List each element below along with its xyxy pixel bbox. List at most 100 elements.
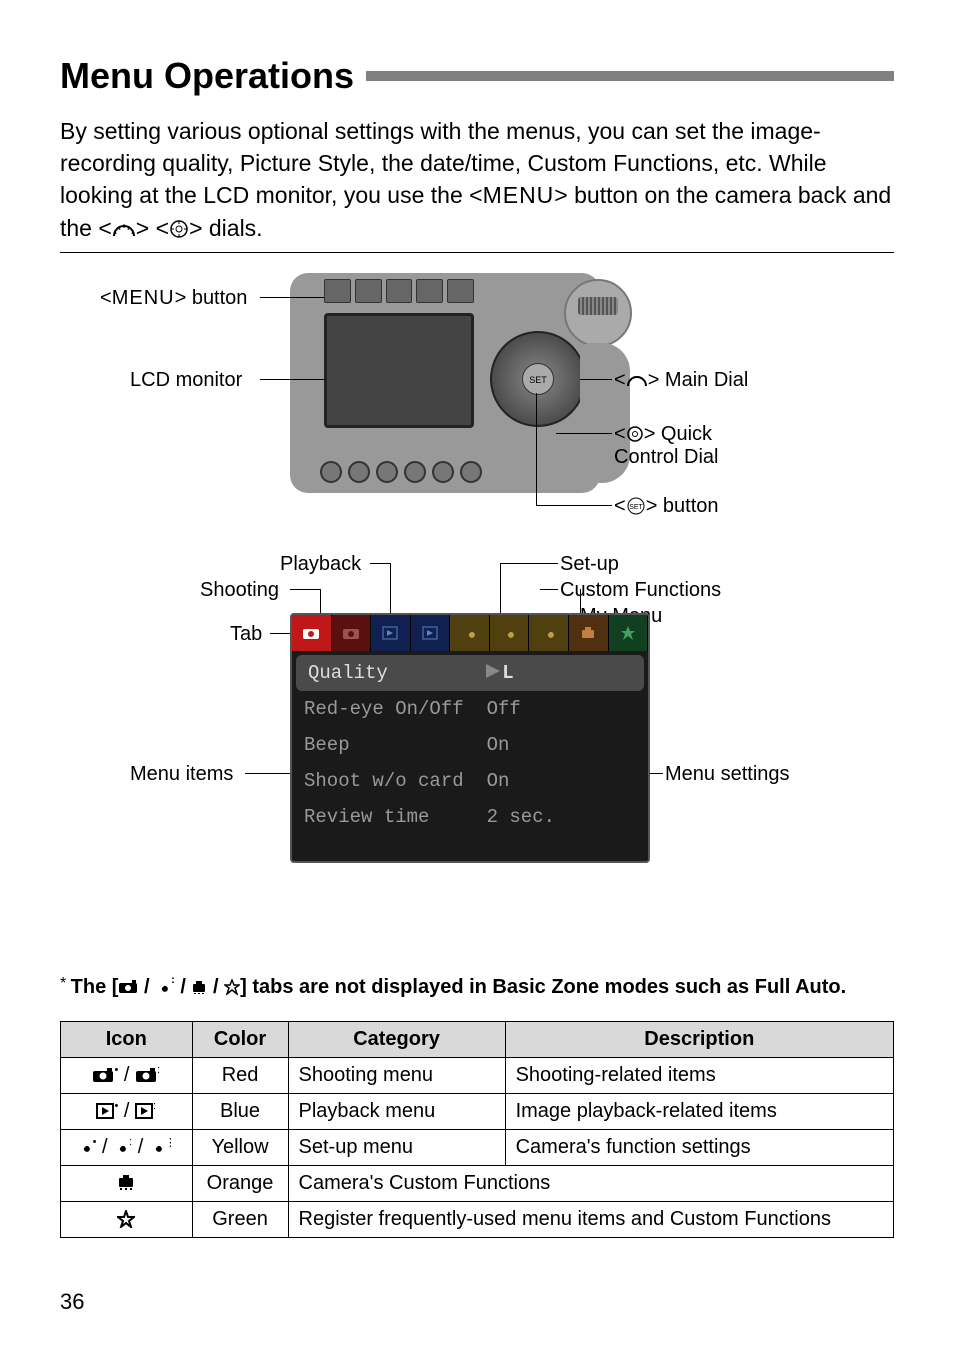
tab-custom [569, 615, 609, 651]
footnote-star: * [60, 975, 71, 992]
label-menu-items: Menu items [130, 763, 233, 786]
star-icon [224, 979, 240, 995]
custom-fn-icon [580, 626, 596, 640]
leader [500, 563, 558, 564]
intro-paragraph: By setting various optional settings wit… [60, 115, 894, 244]
cell-desc: Image playback-related items [505, 1093, 893, 1129]
cell-category-span: Camera's Custom Functions [288, 1165, 893, 1201]
tab-setup-1 [450, 615, 490, 651]
label-quick-dial: <> Quick Control Dial [614, 423, 718, 469]
cell-desc: Camera's function settings [505, 1129, 893, 1165]
quick-dial-icon [626, 425, 644, 443]
label-setup: Set-up [560, 553, 619, 576]
th-icon: Icon [61, 1021, 193, 1057]
th-category: Category [288, 1021, 505, 1057]
leader [580, 589, 581, 613]
custom-fn-icon [117, 1174, 135, 1192]
star-icon [117, 1210, 135, 1228]
tab-playback-1 [371, 615, 411, 651]
wrench-icon [77, 1139, 93, 1155]
label-lcd-monitor: LCD monitor [130, 369, 242, 392]
main-dial-icon [626, 372, 648, 388]
txt: > button [646, 495, 719, 517]
tab-setup-3 [529, 615, 569, 651]
menu-row-beep: Beep On [292, 727, 648, 763]
txt: > Main Dial [648, 369, 749, 391]
main-dial-icon [112, 220, 136, 238]
menu-row-label: Review time [304, 806, 487, 828]
wrench-icon [541, 625, 557, 641]
table-row: Orange Camera's Custom Functions [61, 1165, 894, 1201]
leader [540, 589, 558, 590]
camera-illustration: SET [290, 273, 600, 493]
leader [290, 589, 320, 590]
play-icon [422, 626, 438, 640]
menu-word-inline: MENU [483, 182, 555, 208]
menu-row-value: On [487, 734, 636, 756]
cell-category: Playback menu [288, 1093, 505, 1129]
footnote-a: The [ [71, 976, 119, 998]
tab-mymenu [609, 615, 649, 651]
label-menu-settings: Menu settings [665, 763, 790, 786]
tab-playback-2 [411, 615, 451, 651]
leader [270, 633, 290, 634]
label-tab: Tab [230, 623, 262, 646]
txt: < [614, 369, 626, 391]
cell-color: Red [192, 1057, 288, 1093]
table-row: • / : Blue Playback menu Image playback-… [61, 1093, 894, 1129]
leader [260, 379, 326, 380]
intro-part-3: > < [136, 215, 169, 241]
set-icon: SET [626, 496, 646, 516]
tab-setup-2 [490, 615, 530, 651]
menu-rows: Quality L Red-eye On/Off Off Beep On Sho… [292, 651, 648, 839]
play-icon [382, 626, 398, 640]
menu-row-label: Beep [304, 734, 487, 756]
leader [260, 297, 324, 298]
label-main-dial: < > Main Dial [614, 369, 748, 392]
cell-color: Orange [192, 1165, 288, 1201]
camera-icon [342, 626, 360, 640]
cell-icon [61, 1165, 193, 1201]
table-row: • / : / ⋮ Yellow Set-up menu Camera's fu… [61, 1129, 894, 1165]
menu-row-label: Quality [308, 662, 486, 684]
wrench-icon [155, 979, 171, 995]
menu-screenshot: Quality L Red-eye On/Off Off Beep On Sho… [290, 613, 650, 863]
th-color: Color [192, 1021, 288, 1057]
cell-color: Yellow [192, 1129, 288, 1165]
cell-icon: • / : [61, 1057, 193, 1093]
table-row: Green Register frequently-used menu item… [61, 1201, 894, 1237]
th-description: Description [505, 1021, 893, 1057]
leader [580, 379, 612, 380]
leader [390, 563, 391, 613]
title-bar [366, 71, 894, 81]
menu-row-value: 2 sec. [487, 806, 636, 828]
footnote: * The [ / : / / ] tabs are not displayed… [60, 973, 894, 1001]
txt: > Quick [644, 423, 712, 445]
menu-row-value: L [486, 662, 632, 684]
label-custom: Custom Functions [560, 579, 721, 602]
leader [320, 589, 321, 613]
cell-icon: • / : / ⋮ [61, 1129, 193, 1165]
wrench-icon [149, 1139, 165, 1155]
menu-row-label: Red-eye On/Off [304, 698, 487, 720]
leader [536, 505, 612, 506]
menu-row-value: On [487, 770, 636, 792]
menu-row-redeye: Red-eye On/Off Off [292, 691, 648, 727]
menu-row-shoot: Shoot w/o card On [292, 763, 648, 799]
label-menu-button: <MENU> button [100, 287, 247, 310]
page-title-row: Menu Operations [60, 55, 894, 97]
camera-icon [118, 980, 138, 994]
label-shooting: Shooting [200, 579, 279, 602]
quick-dial-icon [169, 219, 189, 239]
menu-row-quality: Quality L [296, 655, 644, 691]
cell-icon: • / : [61, 1093, 193, 1129]
camera-icon [135, 1067, 157, 1083]
txt: < [614, 495, 626, 517]
footnote-b: ] tabs are not displayed in Basic Zone m… [240, 976, 846, 998]
custom-fn-icon [191, 980, 207, 994]
cell-color: Blue [192, 1093, 288, 1129]
cell-category-span: Register frequently-used menu items and … [288, 1201, 893, 1237]
cell-color: Green [192, 1201, 288, 1237]
wrench-icon [462, 625, 478, 641]
leader [245, 773, 290, 774]
